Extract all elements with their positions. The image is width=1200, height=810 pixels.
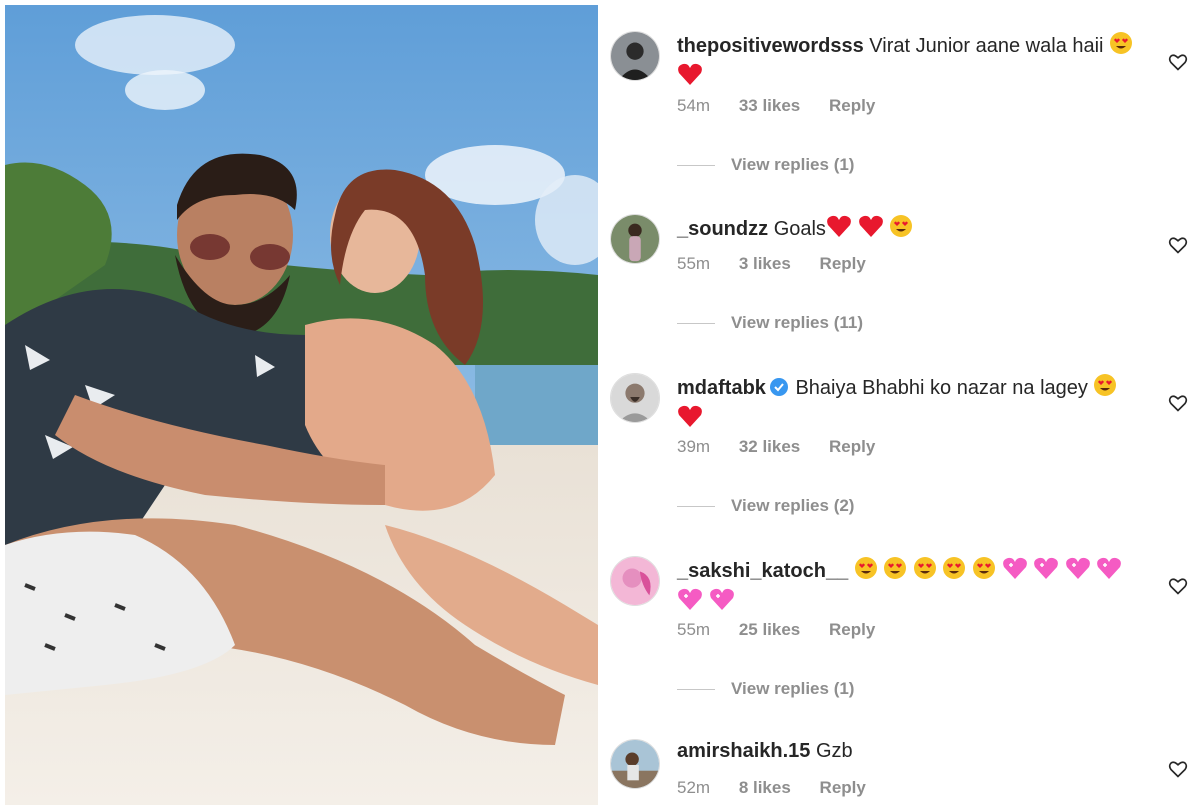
red-heart-icon (826, 214, 852, 245)
view-replies-button[interactable]: View replies (1) (677, 679, 854, 699)
like-heart-icon[interactable] (1168, 235, 1188, 255)
reply-button[interactable]: Reply (820, 778, 866, 797)
comment-meta: 54m 33 likes Reply (677, 96, 899, 116)
heart-eyes-icon (972, 556, 996, 587)
divider (677, 506, 715, 508)
comment-text-wrapper: _sakshi_katoch__ (677, 556, 1137, 618)
likes-count[interactable]: 32 likes (739, 437, 800, 456)
pink-heart-icon (1065, 556, 1091, 587)
heart-eyes-icon (1109, 31, 1133, 62)
comment-time: 52m (677, 778, 711, 797)
avatar[interactable] (610, 373, 660, 423)
red-heart-icon (677, 62, 703, 93)
like-heart-icon[interactable] (1168, 759, 1188, 779)
view-replies-label: View replies (2) (731, 496, 855, 515)
comment-text: Virat Junior aane wala haii (869, 35, 1104, 57)
like-heart-icon[interactable] (1168, 52, 1188, 72)
comment-username[interactable]: _soundzz (677, 218, 768, 240)
comment-meta: 55m 25 likes Reply (677, 620, 899, 640)
red-heart-icon (677, 404, 703, 435)
comment-username[interactable]: thepositivewordsss (677, 35, 864, 57)
likes-count[interactable]: 8 likes (739, 778, 791, 797)
like-heart-icon[interactable] (1168, 393, 1188, 413)
heart-eyes-icon (1093, 373, 1117, 404)
pink-heart-icon (1096, 556, 1122, 587)
comment-time: 55m (677, 620, 711, 639)
comments-panel: thepositivewordsss Virat Junior aane wal… (598, 0, 1200, 810)
comment-time: 55m (677, 254, 711, 273)
divider (677, 689, 715, 691)
comment-text: Bhaiya Bhabhi ko nazar na lagey (795, 377, 1088, 399)
post-photo (5, 5, 598, 805)
verified-badge-icon (769, 378, 788, 396)
avatar[interactable] (610, 214, 660, 264)
divider (677, 165, 715, 167)
view-replies-button[interactable]: View replies (11) (677, 313, 863, 333)
comment-time: 39m (677, 437, 711, 456)
divider (677, 323, 715, 325)
view-replies-button[interactable]: View replies (2) (677, 496, 854, 516)
heart-eyes-icon (913, 556, 937, 587)
reply-button[interactable]: Reply (829, 620, 875, 639)
red-heart-icon (858, 214, 884, 245)
likes-count[interactable]: 33 likes (739, 96, 800, 115)
avatar[interactable] (610, 739, 660, 789)
view-replies-label: View replies (1) (731, 679, 855, 698)
comment-meta: 55m 3 likes Reply (677, 254, 890, 274)
pink-heart-icon (1002, 556, 1028, 587)
heart-eyes-icon (883, 556, 907, 587)
pink-heart-icon (677, 587, 703, 618)
pink-heart-icon (1033, 556, 1059, 587)
comment-meta: 52m 8 likes Reply (677, 778, 890, 798)
view-replies-label: View replies (1) (731, 155, 855, 174)
heart-eyes-icon (942, 556, 966, 587)
likes-count[interactable]: 3 likes (739, 254, 791, 273)
avatar[interactable] (610, 556, 660, 606)
comment-time: 54m (677, 96, 711, 115)
reply-button[interactable]: Reply (820, 254, 866, 273)
view-replies-label: View replies (11) (731, 313, 863, 332)
reply-button[interactable]: Reply (829, 437, 875, 456)
comment-username[interactable]: mdaftabk (677, 377, 766, 399)
comment-text: Gzb (815, 740, 853, 762)
avatar[interactable] (610, 31, 660, 81)
likes-count[interactable]: 25 likes (739, 620, 800, 639)
comment-meta: 39m 32 likes Reply (677, 437, 899, 457)
view-replies-button[interactable]: View replies (1) (677, 155, 854, 175)
heart-eyes-icon (854, 556, 878, 587)
comment-username[interactable]: amirshaikh.15 (677, 740, 810, 762)
pink-heart-icon (709, 587, 735, 618)
comment-username[interactable]: _sakshi_katoch__ (677, 560, 848, 582)
reply-button[interactable]: Reply (829, 96, 875, 115)
like-heart-icon[interactable] (1168, 576, 1188, 596)
heart-eyes-icon (889, 214, 913, 245)
comment-text: Goals (773, 218, 826, 240)
